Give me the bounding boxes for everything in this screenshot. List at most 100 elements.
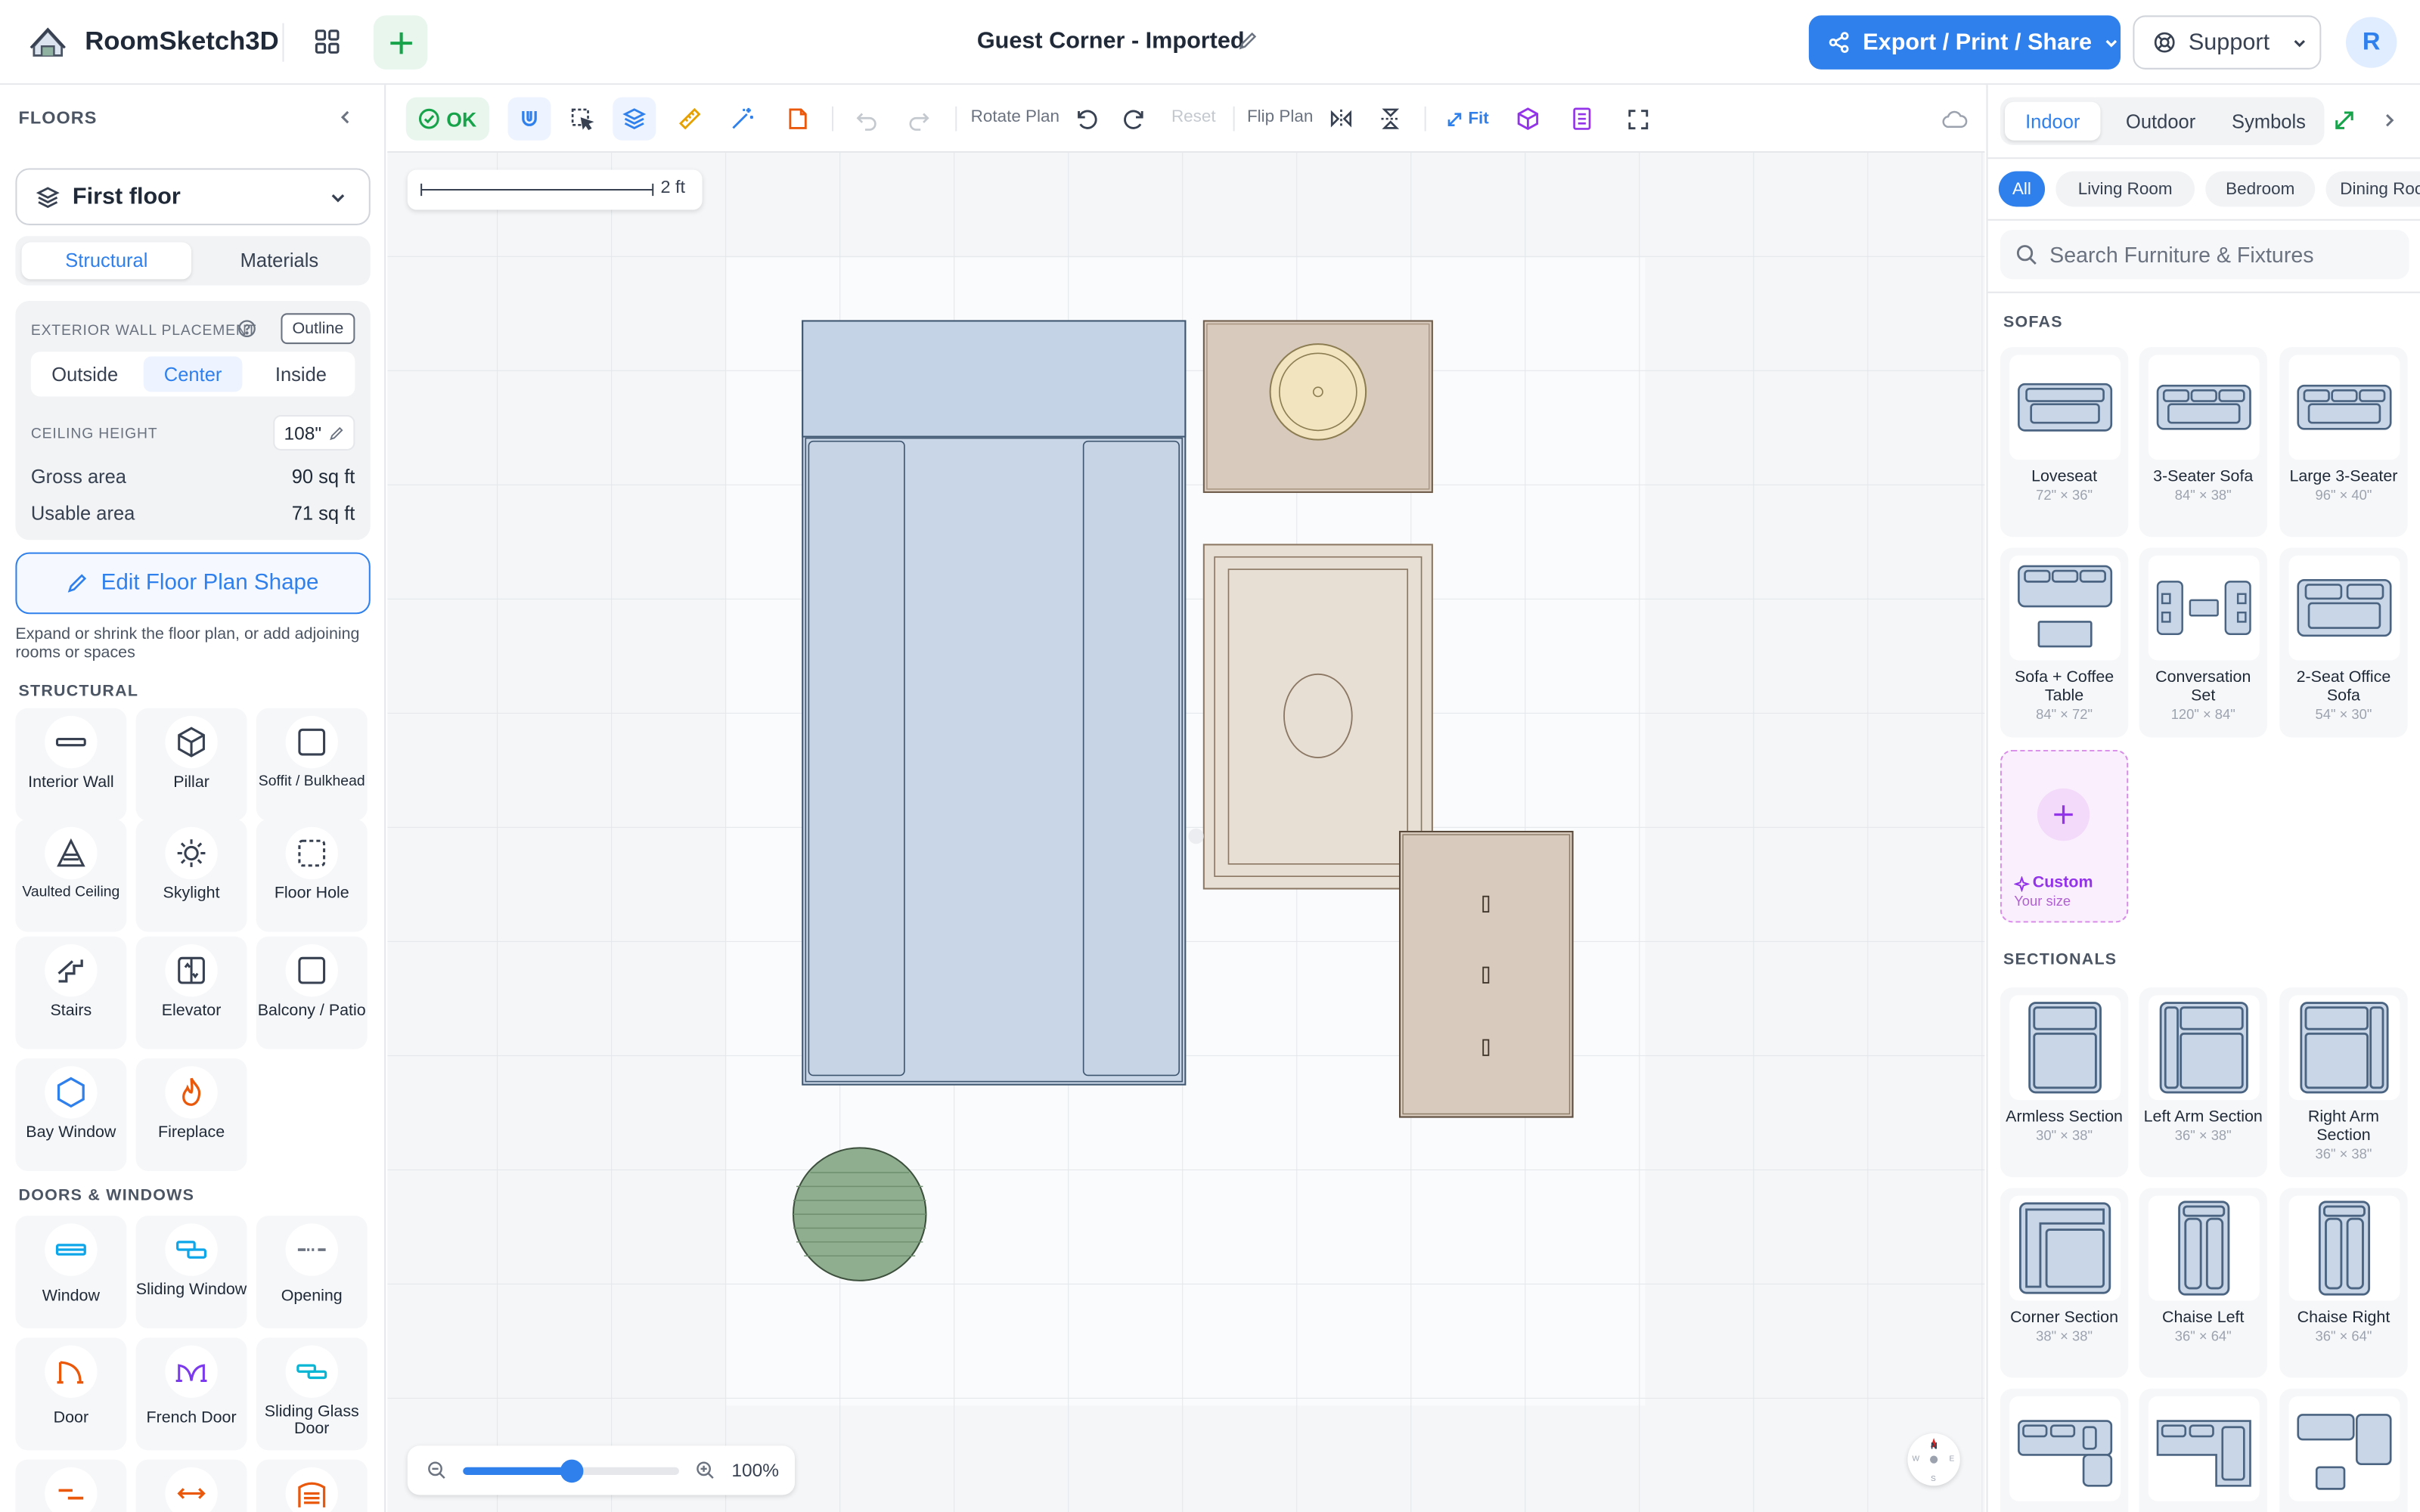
collapse-sidebar-icon[interactable] (337, 108, 355, 126)
furniture-large-3-seater[interactable]: Large 3-Seater 96" × 40" (2279, 347, 2408, 538)
tab-structural[interactable]: Structural (21, 242, 192, 280)
nightstand-with-lamp[interactable] (1202, 320, 1433, 494)
ok-button[interactable]: OK (405, 97, 489, 141)
tile-balcony-patio[interactable]: Balcony / Patio (256, 936, 368, 1049)
tile-pillar[interactable]: Pillar (135, 708, 247, 821)
tile-vaulted-ceiling[interactable]: Vaulted Ceiling (15, 819, 127, 932)
magic-wand-button[interactable] (721, 98, 764, 141)
tab-symbols[interactable]: Symbols (2220, 102, 2319, 141)
flip-horizontal-button[interactable] (1320, 98, 1363, 141)
tab-indoor[interactable]: Indoor (2004, 101, 2101, 141)
bed-furniture[interactable] (802, 320, 1187, 1086)
measure-button[interactable] (669, 98, 712, 141)
furniture-sectional-more-1[interactable] (2000, 1388, 2129, 1512)
magnet-snap-button[interactable] (507, 97, 551, 141)
redo-button[interactable] (897, 98, 940, 141)
wall-placement-center[interactable]: Center (143, 356, 243, 392)
tile-stairs[interactable]: Stairs (15, 936, 127, 1049)
outline-button[interactable]: Outline (281, 313, 355, 345)
tile-opening[interactable]: Opening (256, 1216, 368, 1329)
furniture-chaise-left[interactable]: Chaise Left 36" × 64" (2139, 1188, 2267, 1378)
tile-label: Balcony / Patio (257, 1001, 366, 1020)
user-avatar[interactable]: R (2346, 17, 2397, 68)
tile-door[interactable]: Door (15, 1337, 127, 1451)
tile-elevator[interactable]: Elevator (135, 936, 247, 1049)
cloud-sync-button[interactable] (1932, 98, 1975, 141)
furniture-2-seat-office-sofa[interactable]: 2-Seat Office Sofa 54" × 30" (2279, 547, 2408, 738)
tile-label: Sliding Window (135, 1280, 247, 1300)
help-icon[interactable] (237, 319, 256, 338)
tile-sliding-window[interactable]: Sliding Window (135, 1216, 247, 1329)
floor-select[interactable]: First floor (15, 168, 371, 225)
tile-french-door[interactable]: French Door (135, 1337, 247, 1451)
support-button[interactable]: Support (2133, 15, 2322, 70)
rotate-left-button[interactable] (1065, 98, 1108, 141)
custom-size-card[interactable]: Custom Your size (2000, 749, 2129, 923)
floor-plan-canvas[interactable]: 2 ft 100% N E S W (387, 153, 1985, 1512)
tile-skylight[interactable]: Skylight (135, 819, 247, 932)
tile-window[interactable]: Window (15, 1216, 127, 1329)
wall-placement-outside[interactable]: Outside (36, 356, 135, 392)
fit-button[interactable]: Fit (1440, 98, 1495, 141)
furniture-sofa-coffee-table[interactable]: Sofa + Coffee Table 84" × 72" (2000, 547, 2129, 738)
tab-materials[interactable]: Materials (194, 242, 364, 279)
tile-interior-wall[interactable]: Interior Wall (15, 708, 127, 821)
tile-floor-hole[interactable]: Floor Hole (256, 819, 368, 932)
sliding-window-icon (176, 1241, 207, 1259)
furniture-chaise-right[interactable]: Chaise Right 36" × 64" (2279, 1188, 2408, 1378)
furniture-sectional-more-2[interactable] (2139, 1388, 2267, 1512)
furniture-left-arm-section[interactable]: Left Arm Section 36" × 38" (2139, 987, 2267, 1178)
furniture-dims: 36" × 38" (2174, 1127, 2232, 1144)
tile-bay-window[interactable]: Bay Window (15, 1058, 127, 1171)
tile-sliding-glass-door[interactable]: Sliding Glass Door (256, 1337, 368, 1451)
fullscreen-button[interactable] (1616, 98, 1659, 141)
notes-button[interactable] (777, 98, 820, 141)
new-button[interactable] (373, 15, 428, 70)
tile-soffit-bulkhead[interactable]: Soffit / Bulkhead (256, 708, 368, 821)
rotate-right-button[interactable] (1112, 98, 1156, 141)
document-title[interactable]: Guest Corner - Imported (977, 28, 1245, 54)
reset-label[interactable]: Reset (1171, 108, 1216, 126)
3d-view-button[interactable] (1506, 98, 1550, 141)
furniture-armless-section[interactable]: Armless Section 30" × 38" (2000, 987, 2129, 1178)
compass-widget[interactable]: N E S W (1907, 1433, 1960, 1486)
chip-living-room[interactable]: Living Room (2055, 171, 2195, 207)
undo-button[interactable] (844, 98, 887, 141)
layers-button[interactable] (613, 97, 656, 141)
zoom-slider[interactable] (463, 1459, 679, 1483)
tab-outdoor[interactable]: Outdoor (2111, 102, 2211, 141)
zoom-out-icon[interactable] (427, 1461, 445, 1479)
tile-more-1[interactable] (15, 1459, 127, 1512)
accent-table[interactable] (1202, 544, 1433, 890)
edit-floor-plan-shape-button[interactable]: Edit Floor Plan Shape (15, 552, 371, 615)
pencil-icon[interactable] (1238, 31, 1258, 51)
sofa-coffee-table-icon (2017, 565, 2112, 648)
furniture-right-arm-section[interactable]: Right Arm Section 36" × 38" (2279, 987, 2408, 1178)
wall-placement-inside[interactable]: Inside (252, 356, 351, 392)
expand-panel-icon[interactable] (2334, 110, 2356, 132)
furniture-search[interactable]: Search Furniture & Fixtures (2000, 230, 2409, 280)
furniture-corner-section[interactable]: Corner Section 38" × 38" (2000, 1188, 2129, 1378)
chevron-right-icon[interactable] (2380, 111, 2398, 129)
chip-bedroom[interactable]: Bedroom (2205, 171, 2316, 207)
tile-label: French Door (146, 1408, 237, 1427)
ceiling-height-input[interactable]: 108" (273, 414, 355, 451)
tile-fireplace[interactable]: Fireplace (135, 1058, 247, 1171)
zoom-slider-thumb[interactable] (559, 1459, 583, 1483)
zoom-in-icon[interactable] (696, 1461, 714, 1479)
round-plant[interactable] (792, 1147, 927, 1281)
furniture-3-seater-sofa[interactable]: 3-Seater Sofa 84" × 38" (2139, 347, 2267, 538)
tile-more-2[interactable] (135, 1459, 247, 1512)
dashboard-grid-button[interactable] (307, 22, 347, 62)
report-button[interactable] (1560, 98, 1603, 141)
tile-more-3[interactable] (256, 1459, 368, 1512)
furniture-sectional-more-3[interactable] (2279, 1388, 2408, 1512)
furniture-loveseat[interactable]: Loveseat 72" × 36" (2000, 347, 2129, 538)
chip-dining-room[interactable]: Dining Room (2325, 171, 2420, 207)
select-tool-button[interactable] (560, 98, 603, 141)
furniture-conversation-set[interactable]: Conversation Set 120" × 84" (2139, 547, 2267, 738)
export-print-share-button[interactable]: Export / Print / Share (1808, 15, 2121, 70)
chip-all[interactable]: All (1998, 171, 2046, 207)
flip-vertical-button[interactable] (1369, 98, 1412, 141)
dresser-furniture[interactable] (1398, 830, 1574, 1118)
